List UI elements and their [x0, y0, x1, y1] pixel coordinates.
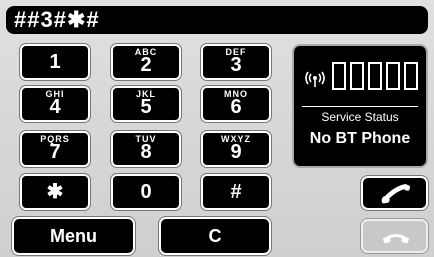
signal-bar	[368, 62, 382, 90]
end-call-button[interactable]	[361, 219, 428, 253]
key-hash[interactable]: #	[201, 174, 271, 210]
key-1[interactable]: 1	[20, 44, 90, 80]
key-label: ✱	[46, 181, 64, 203]
signal-icon	[305, 71, 325, 87]
service-status-label: Service Status	[321, 110, 399, 124]
key-label: 6	[230, 96, 242, 118]
key-5[interactable]: JKL 5	[111, 86, 181, 122]
key-label: 1	[49, 51, 61, 73]
dialed-number-display: ##3#✱#	[6, 6, 428, 34]
phone-dialer-panel: ##3#✱# 1 ABC 2 DEF 3 GHI 4 JKL 5 MNO 6 P…	[0, 0, 434, 257]
phone-call-icon	[381, 184, 411, 204]
key-9[interactable]: WXYZ 9	[201, 131, 271, 167]
key-2[interactable]: ABC 2	[111, 44, 181, 80]
key-6[interactable]: MNO 6	[201, 86, 271, 122]
signal-strength-bars	[332, 62, 422, 94]
key-0[interactable]: 0	[111, 174, 181, 210]
clear-button[interactable]: C	[159, 217, 271, 255]
service-status-panel: Service Status No BT Phone	[292, 44, 428, 168]
service-status-value: No BT Phone	[309, 130, 411, 147]
key-4[interactable]: GHI 4	[20, 86, 90, 122]
status-divider	[302, 106, 418, 107]
key-label: #	[230, 181, 242, 203]
key-label: 8	[140, 141, 152, 163]
menu-button[interactable]: Menu	[12, 217, 135, 255]
key-star[interactable]: ✱	[20, 174, 90, 210]
key-label: 9	[230, 141, 242, 163]
key-8[interactable]: TUV 8	[111, 131, 181, 167]
key-label: 0	[140, 181, 152, 203]
key-label: 4	[49, 96, 61, 118]
signal-bar	[350, 62, 364, 90]
signal-bar	[404, 62, 418, 90]
signal-bar	[332, 62, 346, 90]
call-button[interactable]	[361, 176, 428, 210]
key-3[interactable]: DEF 3	[201, 44, 271, 80]
key-label: 2	[140, 54, 152, 76]
phone-hangup-icon	[382, 234, 410, 244]
key-label: 7	[49, 141, 61, 163]
key-label: 3	[230, 54, 242, 76]
signal-bar	[386, 62, 400, 90]
key-label: 5	[140, 96, 152, 118]
key-7[interactable]: PQRS 7	[20, 131, 90, 167]
